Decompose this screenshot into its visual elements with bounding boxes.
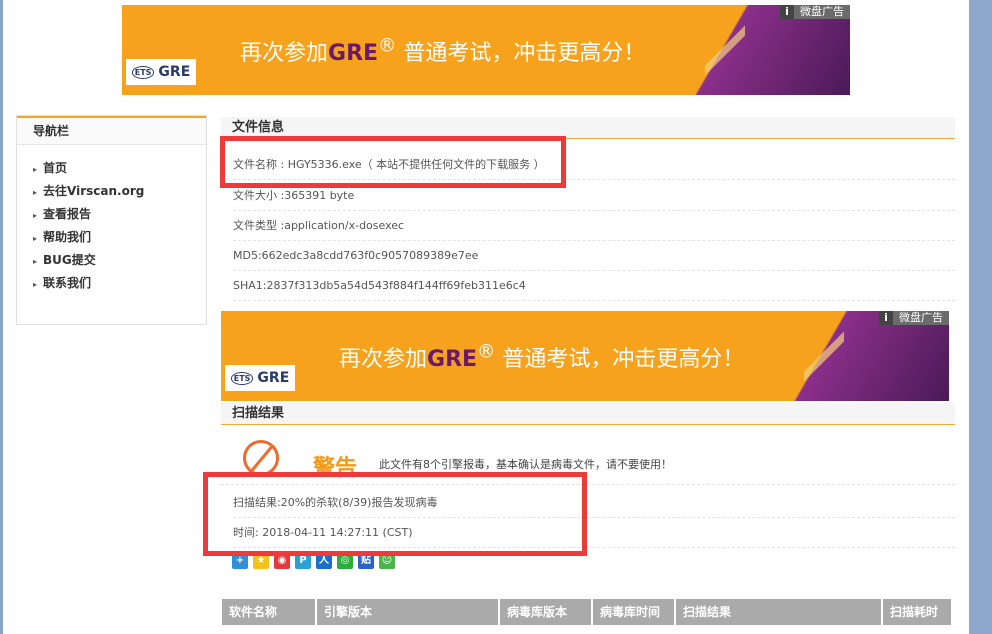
ad-slogan-post: 普通考试，冲击更高分！ (495, 347, 745, 372)
scan-result-header: 扫描结果 (221, 403, 955, 425)
triangle-right-icon: ▸ (33, 257, 38, 266)
col-db-version[interactable]: 病毒库版本 (500, 599, 591, 625)
nav-item-contact[interactable]: ▸ 联系我们 (33, 272, 206, 295)
triangle-right-icon: ▸ (33, 188, 38, 197)
ad-slogan-post: 普通考试，冲击更高分！ (396, 41, 646, 66)
col-scan-result[interactable]: 扫描结果 (676, 599, 881, 625)
nav-item-bug[interactable]: ▸ BUG提交 (33, 249, 206, 272)
ad-label-text: 微盘广告 (800, 5, 844, 18)
nav-title: 导航栏 (17, 116, 206, 145)
page-right-border (969, 0, 992, 634)
nav-item-label: 首页 (43, 161, 68, 175)
prohibited-icon (243, 440, 279, 476)
nav-panel: 导航栏 ▸ 首页 ▸ 去往Virscan.org ▸ 查看报告 ▸ 帮助我们 ▸ BUG提… (16, 115, 207, 325)
col-scan-duration[interactable]: 扫描耗时 (883, 599, 951, 625)
scan-table-header: 软件名称 引擎版本 病毒库版本 病毒库时间 扫描结果 扫描耗时 (222, 599, 955, 625)
nav-list: ▸ 首页 ▸ 去往Virscan.org ▸ 查看报告 ▸ 帮助我们 ▸ BUG提交 ▸ 联… (17, 145, 206, 295)
info-icon[interactable]: i (879, 311, 893, 325)
gre-logo-text: GRE (158, 64, 191, 80)
nav-item-virscan[interactable]: ▸ 去往Virscan.org (33, 180, 206, 203)
ad-slogan: 再次参加GRE® 普通考试，冲击更高分！ (240, 35, 645, 67)
ad-chevron (804, 326, 844, 386)
ad-slogan: 再次参加GRE® 普通考试，冲击更高分！ (339, 341, 744, 373)
nav-item-help[interactable]: ▸ 帮助我们 (33, 226, 206, 249)
md5-row: MD5:662edc3a8cdd763f0c9057089389e7ee (233, 241, 955, 271)
ad-slogan-brand: GRE (427, 347, 478, 372)
nav-item-label: 去往Virscan.org (43, 184, 145, 198)
ad-label[interactable]: i 微盘广告 (780, 5, 850, 19)
ad-slogan-brand: GRE (328, 41, 379, 66)
sha1-row: SHA1:2837f313db5a54d543f884f144ff69feb31… (233, 271, 955, 301)
nav-item-reports[interactable]: ▸ 查看报告 (33, 203, 206, 226)
nav-item-label: 联系我们 (43, 276, 92, 290)
ets-gre-logo: ETS GRE (126, 59, 196, 85)
ad-slogan-reg: ® (378, 35, 397, 57)
col-engine-version[interactable]: 引擎版本 (317, 599, 498, 625)
highlight-box-filename (220, 136, 566, 188)
col-db-time[interactable]: 病毒库时间 (593, 599, 674, 625)
warning-description: 此文件有8个引擎报毒，基本确认是病毒文件，请不要使用！ (379, 458, 672, 471)
ad-label-text: 微盘广告 (899, 311, 943, 324)
top-advertisement[interactable]: i 微盘广告 ETS GRE 再次参加GRE® 普通考试，冲击更高分！ (122, 5, 850, 95)
ets-logo-text: ETS (131, 65, 155, 79)
nav-item-label: 帮助我们 (43, 230, 92, 244)
triangle-right-icon: ▸ (33, 211, 38, 220)
page-left-border (0, 0, 3, 634)
triangle-right-icon: ▸ (33, 234, 38, 243)
file-type-row: 文件类型 :application/x-dosexec (233, 211, 955, 241)
col-software-name[interactable]: 软件名称 (222, 599, 315, 625)
nav-item-home[interactable]: ▸ 首页 (33, 157, 206, 180)
info-icon[interactable]: i (780, 5, 794, 19)
gre-logo-text: GRE (257, 370, 290, 386)
ad-chevron (705, 20, 745, 80)
triangle-right-icon: ▸ (33, 165, 38, 174)
nav-item-label: BUG提交 (43, 253, 96, 267)
mid-advertisement[interactable]: i 微盘广告 ETS GRE 再次参加GRE® 普通考试，冲击更高分！ (221, 311, 949, 401)
ad-slogan-pre: 再次参加 (240, 41, 329, 66)
triangle-right-icon: ▸ (33, 280, 38, 289)
ets-logo-text: ETS (230, 371, 254, 385)
ad-label[interactable]: i 微盘广告 (879, 311, 949, 325)
ad-slogan-reg: ® (477, 341, 496, 363)
highlight-box-scan-result (203, 472, 587, 556)
ad-slogan-pre: 再次参加 (339, 347, 428, 372)
ets-gre-logo: ETS GRE (225, 365, 295, 391)
nav-item-label: 查看报告 (43, 207, 92, 221)
